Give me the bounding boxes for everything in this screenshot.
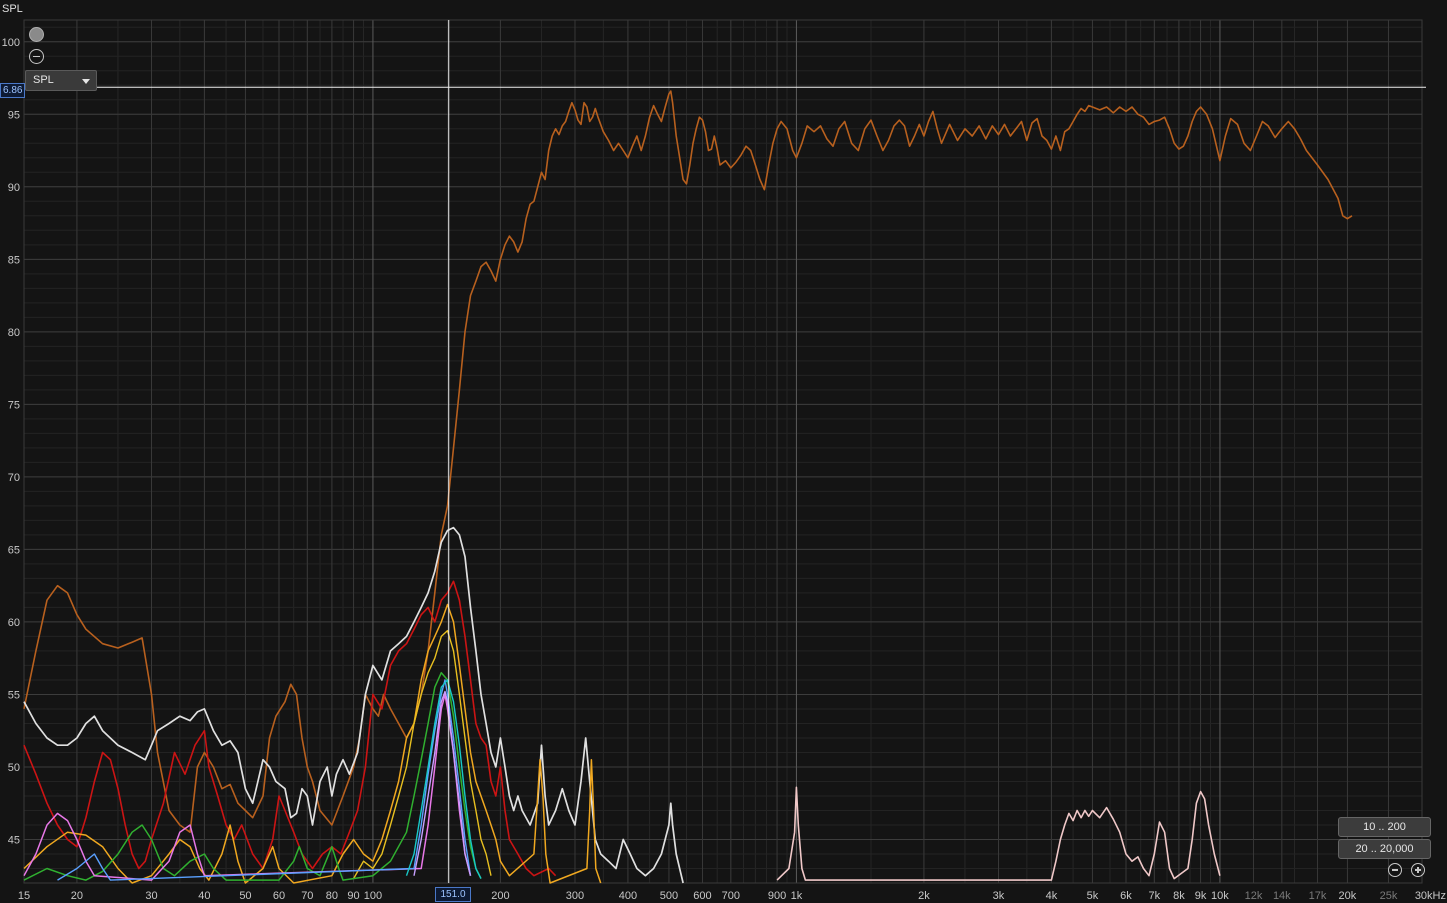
zoom-in-icon[interactable] [1411,863,1425,877]
x-tick-label: 20k [1339,890,1357,902]
plot-background [0,0,1447,903]
x-tick-label: 17k [1309,890,1327,902]
y-tick-label: 85 [8,254,20,266]
x-tick-label: 700 [722,890,740,902]
x-tick-label: 90 [347,890,359,902]
cursor-y-readout: 6.86 [0,83,25,98]
y-tick-label: 60 [8,617,20,629]
x-tick-label: 30kHz [1415,890,1446,902]
x-tick-label: 25k [1380,890,1398,902]
x-tick-label: 30 [145,890,157,902]
minus-circle-icon[interactable] [29,49,44,64]
y-tick-label: 75 [8,399,20,411]
x-tick-label: 600 [693,890,711,902]
spl-plot[interactable]: 45 50 55 60 65 70 75 80 85 90 95 100 15 20 30 40 50 60 70… [0,0,1447,903]
chevron-down-icon [82,79,90,84]
x-tick-label: 60 [273,890,285,902]
x-tick-label: 8k [1173,890,1185,902]
y-tick-label: 55 [8,689,20,701]
y-tick-label: 50 [8,762,20,774]
x-tick-label: 15 [18,890,30,902]
measurement-select-value: SPL [33,74,54,86]
x-tick-label: 70 [301,890,313,902]
x-tick-label: 2k [918,890,930,902]
y-tick-label: 80 [8,327,20,339]
x-tick-label: 300 [566,890,584,902]
x-tick-label: 1k [791,890,803,902]
x-tick-label: 20 [71,890,83,902]
measurement-select[interactable]: SPL [25,70,97,91]
x-tick-label: 400 [619,890,637,902]
x-tick-label: 10k [1211,890,1229,902]
x-tick-label: 12k [1245,890,1263,902]
cursor-x-readout: 151.0 [435,887,471,902]
y-tick-label: 90 [8,182,20,194]
y-tick-label: 45 [8,834,20,846]
range-button-20-20000[interactable]: 20 .. 20,000 [1338,839,1431,859]
x-tick-label: 500 [660,890,678,902]
zoom-out-icon[interactable] [1388,863,1402,877]
y-tick-label: 100 [2,37,20,49]
record-dot-icon[interactable] [29,27,44,42]
range-button-10-200[interactable]: 10 .. 200 [1338,817,1431,837]
x-tick-label: 9k [1195,890,1207,902]
x-tick-label: 40 [198,890,210,902]
y-tick-label: 65 [8,544,20,556]
y-tick-label: 95 [8,109,20,121]
x-tick-label: 6k [1120,890,1132,902]
x-tick-label: 7k [1149,890,1161,902]
panel-title: SPL [2,3,23,15]
x-tick-label: 50 [239,890,251,902]
x-tick-label: 80 [326,890,338,902]
x-tick-label: 100 [364,890,382,902]
x-tick-label: 5k [1087,890,1099,902]
x-tick-label: 200 [491,890,509,902]
y-tick-label: 70 [8,472,20,484]
x-tick-label: 4k [1046,890,1058,902]
x-tick-label: 3k [993,890,1005,902]
x-tick-label: 14k [1273,890,1291,902]
x-tick-label: 900 [768,890,786,902]
